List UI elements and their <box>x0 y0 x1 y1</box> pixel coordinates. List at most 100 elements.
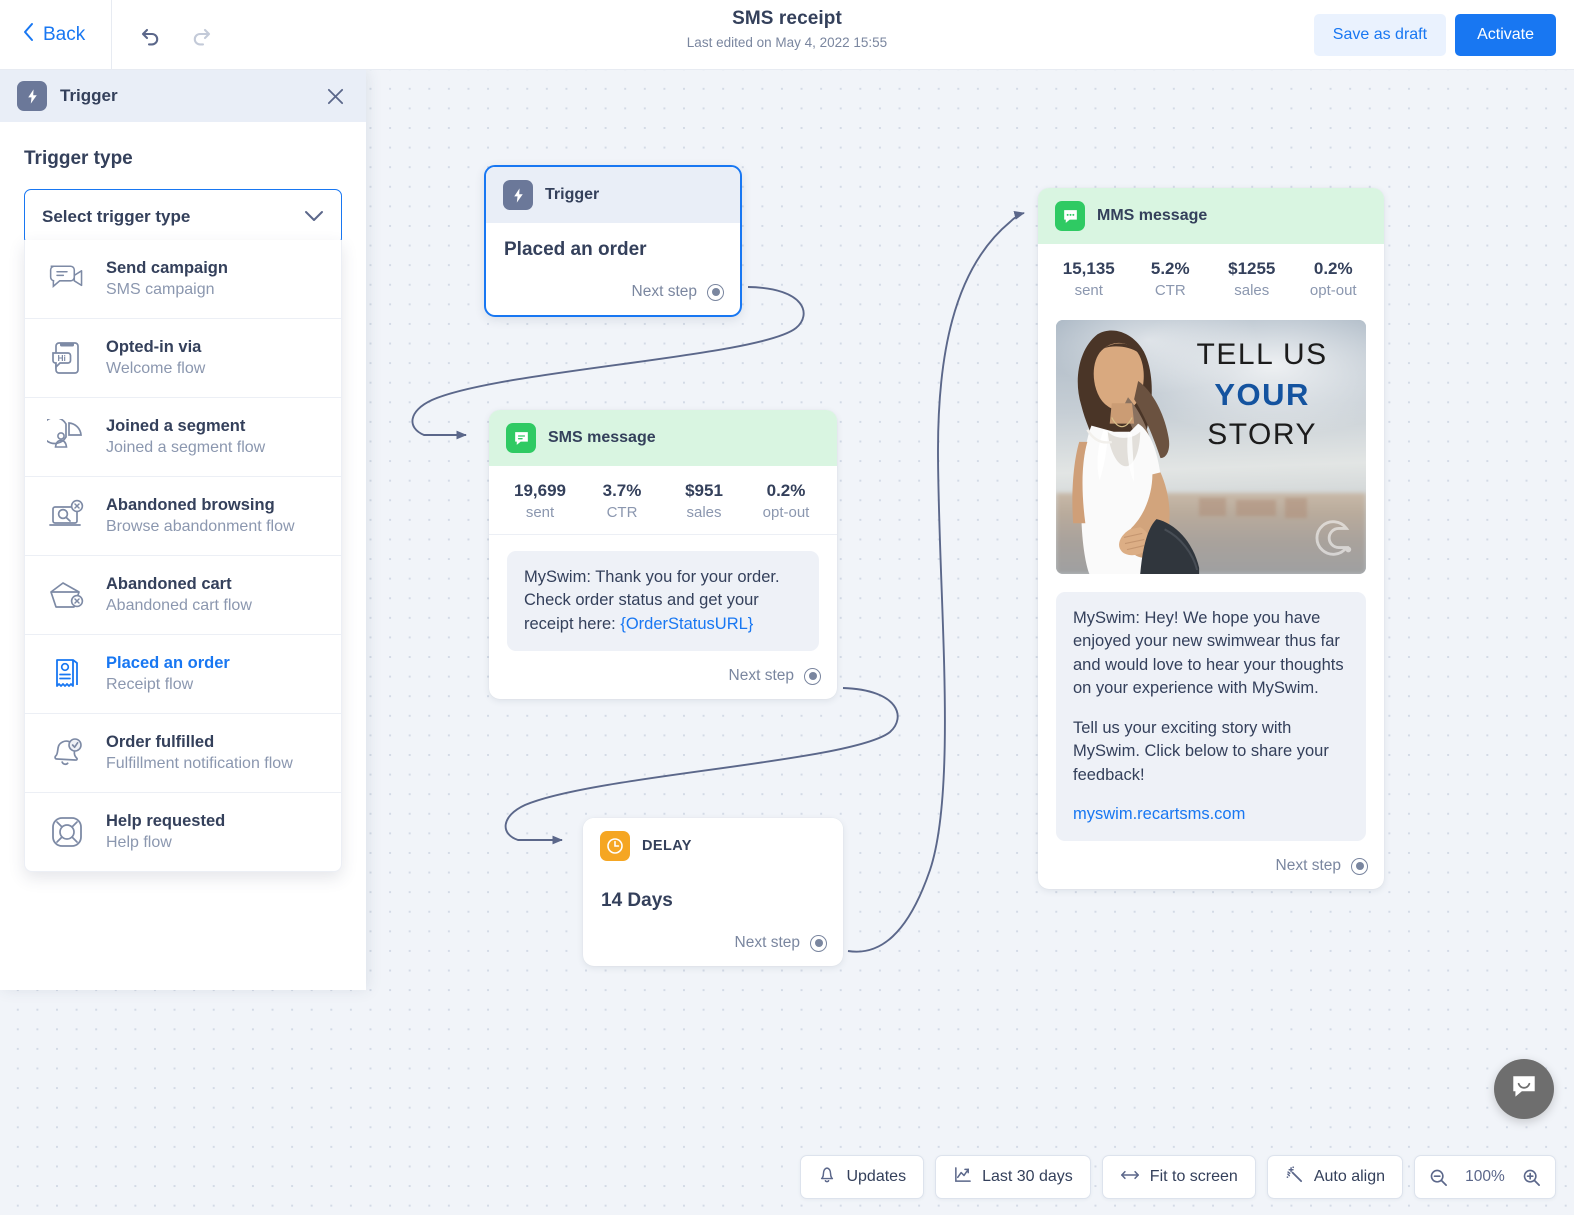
mms-creative-text: TELL US YOUR STORY <box>1172 338 1352 452</box>
option-sub: SMS campaign <box>106 281 215 298</box>
date-range-button[interactable]: Last 30 days <box>935 1155 1091 1199</box>
stat-sent: 15,135 sent <box>1048 259 1130 299</box>
arrows-horizontal-icon <box>1120 1168 1140 1187</box>
zoom-out-icon[interactable] <box>1429 1168 1448 1187</box>
laptop-search-x-icon <box>45 494 89 538</box>
mms-next-step-label: Next step <box>1275 857 1341 875</box>
stat-label: sales <box>686 504 722 521</box>
chat-smile-icon <box>1509 1072 1539 1107</box>
option-sub: Browse abandonment flow <box>106 518 295 535</box>
chat-widget-button[interactable] <box>1494 1059 1554 1119</box>
dropdown-option-abandoned-browsing[interactable]: Abandoned browsing Browse abandonment fl… <box>25 477 341 556</box>
date-range-label: Last 30 days <box>982 1168 1073 1185</box>
activate-button[interactable]: Activate <box>1455 14 1556 56</box>
stat-label: sent <box>525 504 555 521</box>
dropdown-option-text: Order fulfilled Fulfillment notification… <box>106 733 293 773</box>
trigger-type-dropdown[interactable]: Send campaign SMS campaign Hi Opted-in v… <box>24 240 342 872</box>
top-toolbar: Back SMS receipt Last edited on May 4, 2… <box>0 0 1574 70</box>
stat-value: $1255 <box>1228 259 1276 278</box>
sms-message-preview: MySwim: Thank you for your order. Check … <box>507 551 819 652</box>
dropdown-option-help-requested[interactable]: Help requested Help flow <box>25 793 341 871</box>
sms-next-step[interactable]: Next step <box>489 657 837 699</box>
redo-icon[interactable] <box>186 20 216 50</box>
stat-value: 0.2% <box>766 481 806 500</box>
dropdown-option-send-campaign[interactable]: Send campaign SMS campaign <box>25 240 341 319</box>
fit-to-screen-button[interactable]: Fit to screen <box>1101 1155 1256 1199</box>
connector-port-icon[interactable] <box>707 283 724 301</box>
stat-label: CTR <box>606 504 638 521</box>
cart-x-icon <box>45 573 89 617</box>
save-as-draft-button[interactable]: Save as draft <box>1313 14 1447 56</box>
connector-port-icon[interactable] <box>1351 857 1368 875</box>
trigger-type-select[interactable]: Select trigger type <box>24 189 342 245</box>
connector-port-icon[interactable] <box>810 934 827 952</box>
trigger-type-label: Trigger type <box>24 148 133 169</box>
dropdown-option-text: Send campaign SMS campaign <box>106 259 228 299</box>
delay-node-body: 14 Days <box>583 874 843 924</box>
sms-chat-icon <box>506 423 536 453</box>
flow-node-mms-message[interactable]: MMS message 15,135 sent 5.2% CTR $1255 s… <box>1038 188 1384 890</box>
bolt-icon <box>17 81 47 111</box>
dropdown-option-text: Joined a segment Joined a segment flow <box>106 417 265 457</box>
mms-creative-image: TELL US YOUR STORY <box>1056 320 1366 574</box>
phone-hi-icon: Hi <box>45 336 89 380</box>
trigger-node-header: Trigger <box>486 167 740 223</box>
canvas-bottom-toolbar: Updates Last 30 days Fit to screen Auto … <box>800 1155 1556 1199</box>
mms-message-paragraph-2: Tell us your exciting story with MySwim.… <box>1073 718 1329 784</box>
flow-node-trigger[interactable]: Trigger Placed an order Next step <box>484 165 742 317</box>
megaphone-chat-icon <box>45 257 89 301</box>
delay-next-step[interactable]: Next step <box>583 924 843 966</box>
trigger-next-step[interactable]: Next step <box>486 273 740 315</box>
stat-value: 5.2% <box>1150 259 1190 278</box>
close-icon[interactable] <box>322 83 348 109</box>
stat-sales: $1255 sales <box>1211 259 1293 299</box>
mms-next-step[interactable]: Next step <box>1038 847 1384 889</box>
option-name: Opted-in via <box>106 338 202 356</box>
sms-next-step-label: Next step <box>728 667 794 685</box>
stat-optout: 0.2% opt-out <box>1293 259 1375 299</box>
chevron-left-icon <box>22 22 34 48</box>
updates-label: Updates <box>846 1168 907 1185</box>
option-sub: Joined a segment flow <box>106 439 266 456</box>
trigger-settings-panel: Trigger Trigger type Select trigger type <box>0 70 366 990</box>
receipt-icon <box>45 652 89 696</box>
dropdown-option-abandoned-cart[interactable]: Abandoned cart Abandoned cart flow <box>25 556 341 635</box>
clock-icon <box>600 831 630 861</box>
delay-node-title: 14 Days <box>601 890 673 911</box>
flow-node-sms-message[interactable]: SMS message 19,699 sent 3.7% CTR $951 sa… <box>489 410 837 700</box>
option-name: Abandoned browsing <box>106 496 275 514</box>
recart-logo-icon <box>1310 515 1356 566</box>
option-sub: Welcome flow <box>106 360 206 377</box>
stat-value: 3.7% <box>602 481 642 500</box>
sms-stats-row: 19,699 sent 3.7% CTR $951 sales 0.2% opt… <box>489 466 837 535</box>
back-label: Back <box>43 23 86 45</box>
stat-value: 0.2% <box>1313 259 1353 278</box>
dropdown-option-placed-an-order[interactable]: Placed an order Receipt flow <box>25 635 341 714</box>
dropdown-option-joined-a-segment[interactable]: Joined a segment Joined a segment flow <box>25 398 341 477</box>
auto-align-button[interactable]: Auto align <box>1266 1155 1403 1199</box>
pie-user-icon <box>45 415 89 459</box>
bell-check-icon <box>45 731 89 775</box>
option-sub: Help flow <box>106 834 172 851</box>
delay-node-header: DELAY <box>583 818 843 874</box>
delay-node-header-label: DELAY <box>642 838 692 854</box>
dropdown-option-order-fulfilled[interactable]: Order fulfilled Fulfillment notification… <box>25 714 341 793</box>
stat-optout: 0.2% opt-out <box>745 481 827 521</box>
connector-port-icon[interactable] <box>804 667 821 685</box>
dropdown-option-text: Help requested Help flow <box>106 812 225 852</box>
trigger-node-header-label: Trigger <box>545 186 600 203</box>
dropdown-option-opted-in-via[interactable]: Hi Opted-in via Welcome flow <box>25 319 341 398</box>
option-name: Send campaign <box>106 259 228 277</box>
zoom-in-icon[interactable] <box>1522 1168 1541 1187</box>
sms-message-merge-tag[interactable]: {OrderStatusURL} <box>620 615 753 633</box>
updates-button[interactable]: Updates <box>800 1155 925 1199</box>
mms-message-link[interactable]: myswim.recartsms.com <box>1073 805 1245 823</box>
back-button[interactable]: Back <box>0 0 111 70</box>
undo-icon[interactable] <box>136 20 166 50</box>
zoom-control: 100% <box>1414 1155 1556 1199</box>
flow-node-delay[interactable]: DELAY 14 Days Next step <box>583 818 843 966</box>
option-sub: Receipt flow <box>106 676 194 693</box>
dropdown-option-text: Abandoned browsing Browse abandonment fl… <box>106 496 295 536</box>
mms-message-paragraph-1: MySwim: Hey! We hope you have enjoyed yo… <box>1073 609 1344 698</box>
stat-label: CTR <box>1154 282 1186 299</box>
